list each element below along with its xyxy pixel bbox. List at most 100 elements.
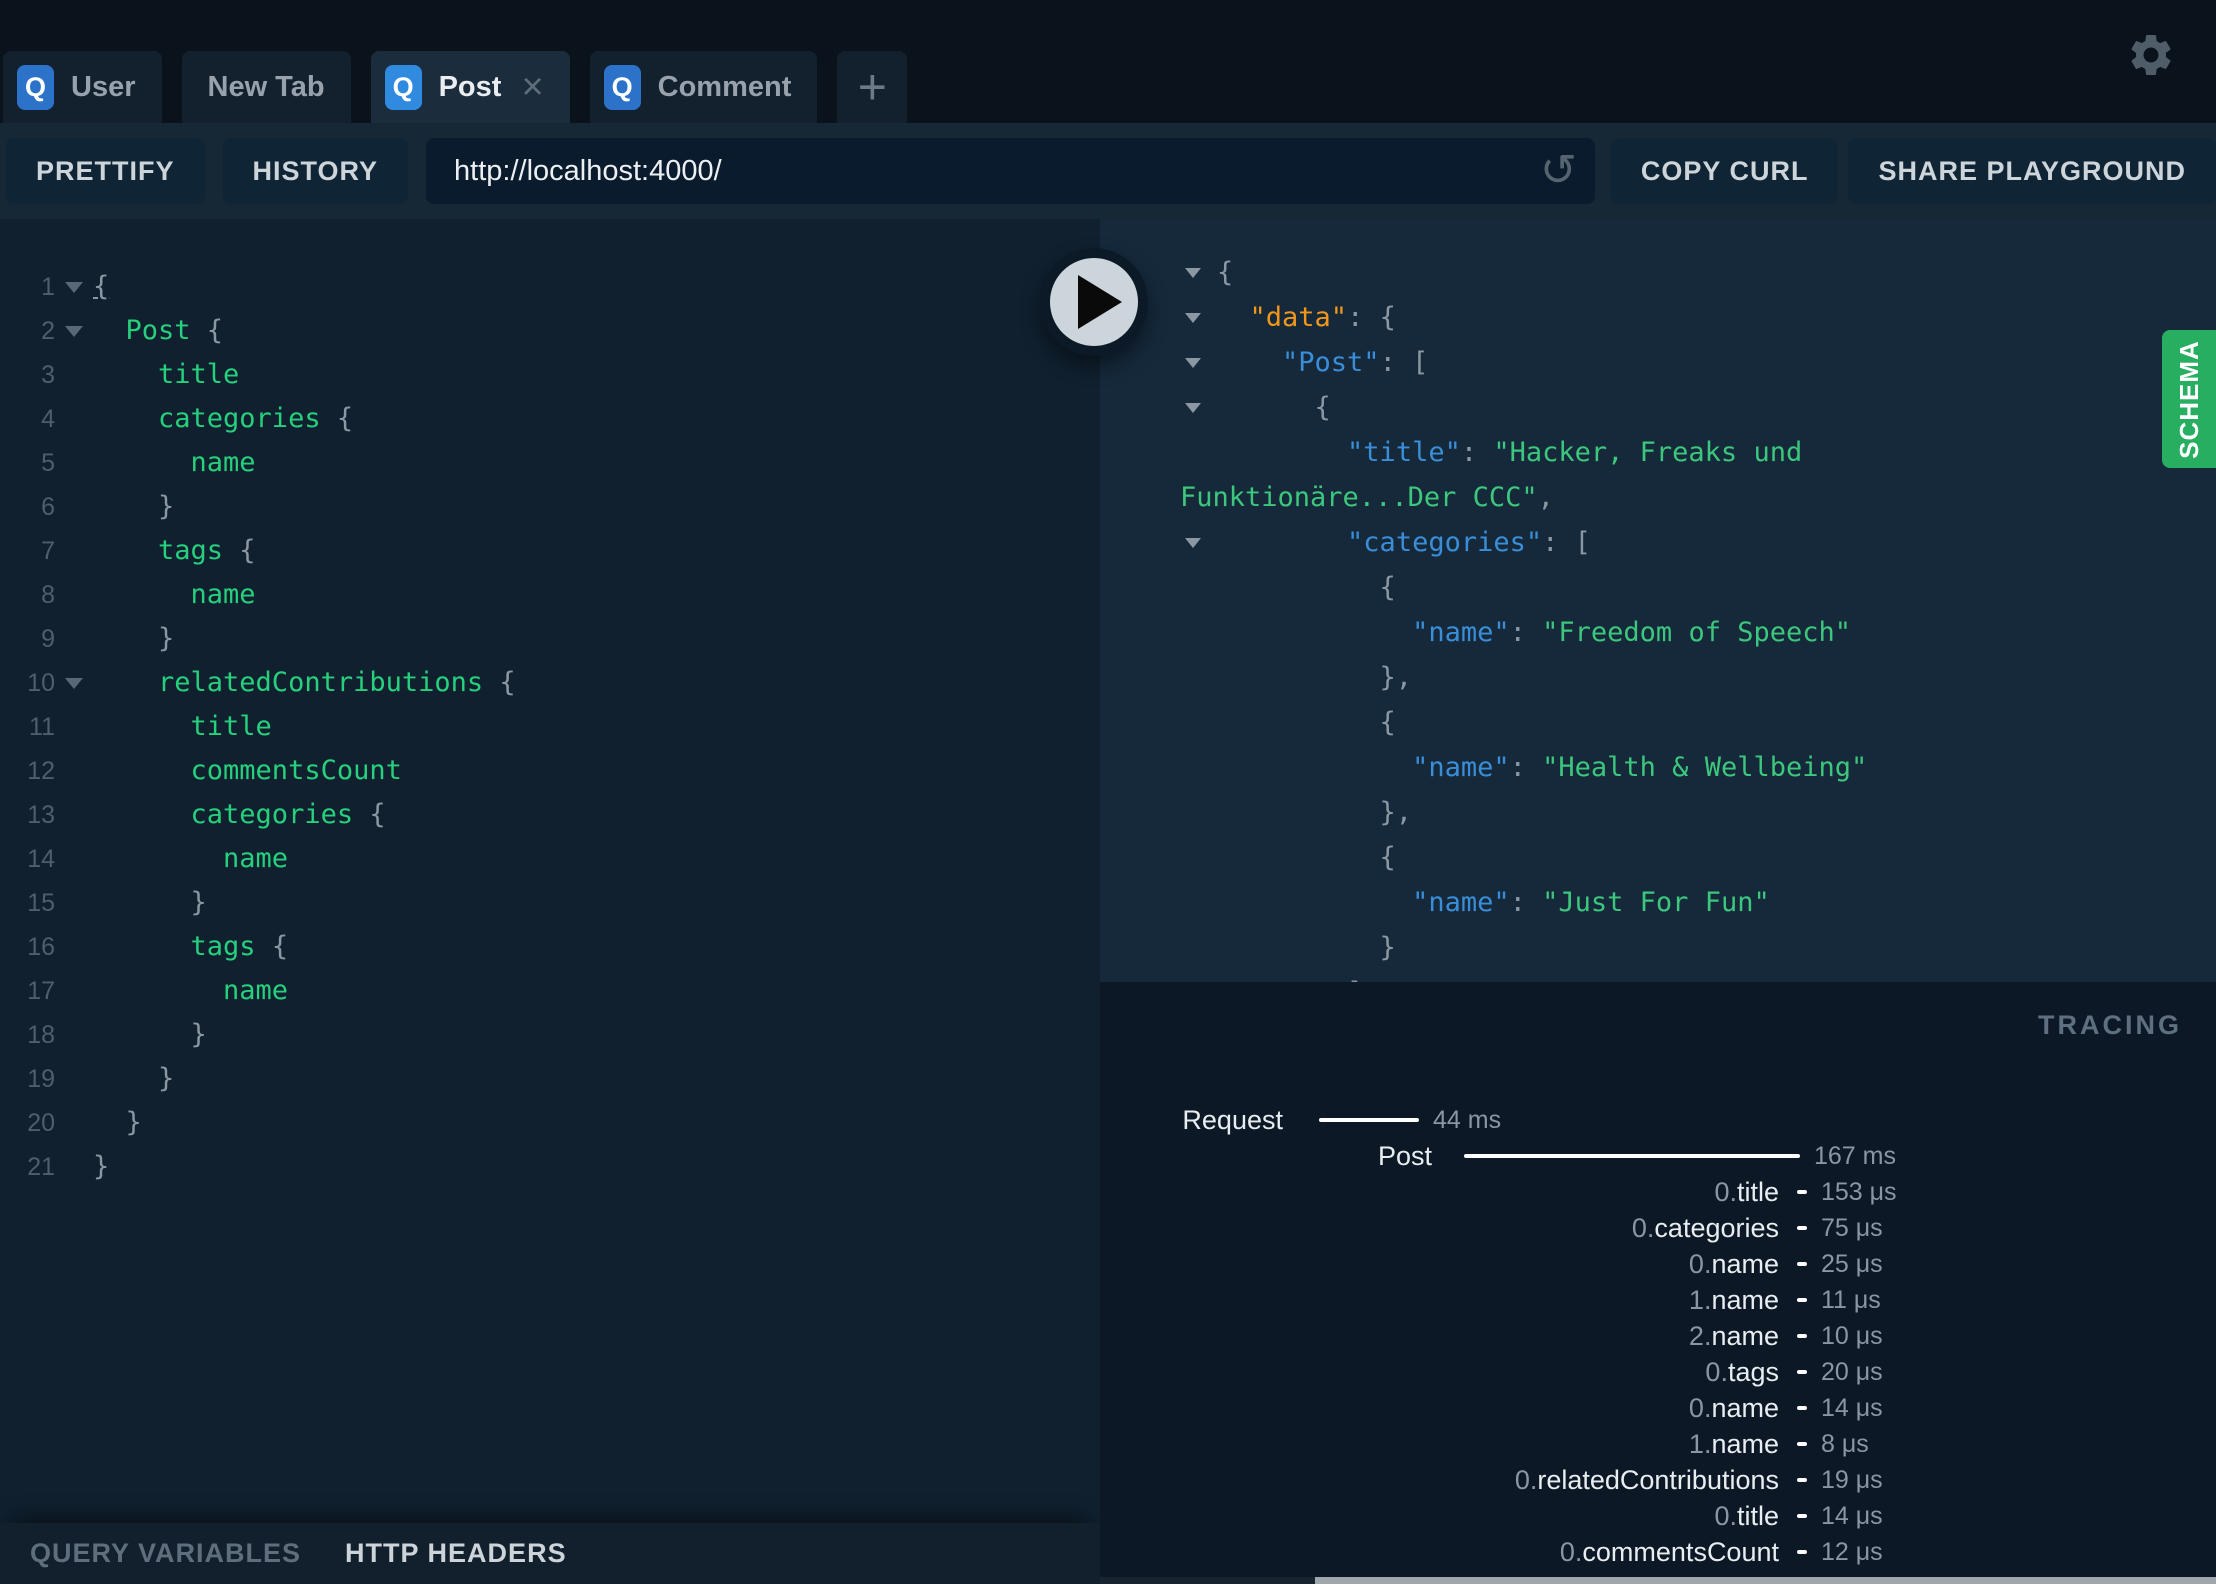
code-text: name [93,837,288,881]
trace-row: 0.categories 75 μs [1100,1210,2216,1246]
code-token: "Just For Fun" [1542,887,1770,918]
trace-label-name: Post [1377,1140,1432,1171]
http-headers-tab[interactable]: HTTP HEADERS [345,1538,567,1569]
trace-label-name: name [1711,1392,1779,1423]
code-text: } [93,1101,142,1145]
collapse-arrow-icon[interactable] [1185,402,1201,413]
code-text: { [93,265,109,309]
code-line: 10 relatedContributions { [0,661,1100,705]
collapse-arrow-icon[interactable] [1185,267,1201,278]
code-line: 14 name [0,837,1100,881]
line-number: 4 [41,404,55,433]
trace-row: 0.relatedContributions 19 μs [1100,1462,2216,1498]
prettify-button[interactable]: PRETTIFY [6,138,205,204]
result-line: "name": "Just For Fun" [1100,880,2216,925]
code-token: : [ [1542,527,1591,558]
trace-bar [1797,1442,1807,1446]
trace-row: 0.name 14 μs [1100,1390,2216,1426]
tracing-rows: Request 44 ms Post 167 ms 0.title 153 μs 0.cat… [1100,982,2216,1584]
code-text: categories { [93,397,353,441]
code-token: title [93,359,240,390]
result-text: }, [1217,655,1413,700]
trace-label-prefix: 0. [1631,1212,1655,1243]
code-text: } [93,881,207,925]
trace-label: 0.title [1100,1501,1779,1532]
code-token: } [93,1019,207,1050]
trace-label-name: categories [1654,1212,1779,1243]
result-text: { [1217,250,1233,295]
result-text: "name": "Health & Wellbeing" [1217,745,1867,790]
fold-arrow-icon[interactable] [55,677,93,689]
trace-label-name: title [1736,1500,1779,1531]
code-token: }, [1217,662,1413,693]
endpoint-url-wrap: ↺ [426,138,1595,204]
settings-gear-icon[interactable] [2126,30,2176,80]
tab-post[interactable]: Q Post × [370,51,570,123]
tab-user[interactable]: Q User [3,51,162,123]
tab-comment[interactable]: Q Comment [589,51,818,123]
trace-label: 0.name [1100,1249,1779,1280]
code-token: : { [1347,302,1396,333]
tracing-panel-toggle[interactable]: TRACING [2038,1010,2182,1041]
copy-curl-button[interactable]: COPY CURL [1610,138,1839,204]
code-token: { [93,271,110,302]
code-line: 1{ [0,265,1100,309]
trace-label-name: name [1711,1428,1779,1459]
line-number: 19 [27,1064,55,1093]
triangle-glyph [65,325,83,337]
trace-label-prefix: 1. [1688,1428,1712,1459]
trace-label-name: tags [1727,1356,1779,1387]
code-token: { [1217,257,1234,288]
schema-tab[interactable]: SCHEMA [2162,330,2216,468]
share-playground-button[interactable]: SHARE PLAYGROUND [1848,138,2216,204]
code-token: "name" [1412,752,1510,783]
code-text: } [93,1145,109,1189]
result-text: { [1217,565,1396,610]
line-number: 9 [41,624,55,653]
query-variables-tab[interactable]: QUERY VARIABLES [30,1538,301,1569]
code-token: : [1509,752,1543,783]
trace-row: 1.name 11 μs [1100,1282,2216,1318]
code-text: Post { [93,309,224,353]
trace-duration: 10 μs [1821,1321,1883,1350]
horizontal-scrollbar-thumb[interactable] [1315,1577,2216,1584]
trace-bar [1319,1118,1419,1122]
fold-arrow-icon[interactable] [55,281,93,293]
code-token: } [93,491,175,522]
code-token: name [93,447,256,478]
reload-icon[interactable]: ↺ [1540,149,1577,193]
close-tab-icon[interactable]: × [521,68,543,106]
history-button[interactable]: HISTORY [222,138,409,204]
execute-query-button[interactable] [1040,248,1148,356]
trace-label-name: name [1711,1320,1779,1351]
trace-bar [1464,1154,1800,1158]
code-line: 6 } [0,485,1100,529]
trace-label: 0.relatedContributions [1100,1465,1779,1496]
code-line: 9 } [0,617,1100,661]
trace-label-prefix: 0. [1688,1248,1712,1279]
endpoint-url-input[interactable] [426,154,1595,188]
trace-label: 0.name [1100,1393,1779,1424]
tab-label: User [71,70,136,103]
collapse-arrow-icon[interactable] [1185,312,1201,323]
line-number: 8 [41,580,55,609]
trace-bar [1797,1190,1807,1194]
new-tab-button[interactable]: + [837,51,908,123]
result-text: "name": "Freedom of Speech" [1217,610,1851,655]
query-editor[interactable]: 1{2 Post {3 title 4 categories {5 name 6 }… [0,219,1100,1523]
code-token: , [1537,482,1554,513]
tab-new-tab[interactable]: New Tab [181,51,351,123]
line-number: 15 [27,888,55,917]
collapse-arrow-icon[interactable] [1185,357,1201,368]
code-token: { [1217,842,1396,873]
result-line: "Post": [ [1100,340,2216,385]
fold-arrow-icon[interactable] [55,325,93,337]
collapse-arrow-icon[interactable] [1185,537,1201,548]
result-viewer: { "data": { "Post": [ { "title": "Hacker… [1100,219,2216,982]
line-number: 16 [27,932,55,961]
code-token: } [93,887,207,918]
result-line: { [1100,700,2216,745]
code-token: Post [93,315,191,346]
